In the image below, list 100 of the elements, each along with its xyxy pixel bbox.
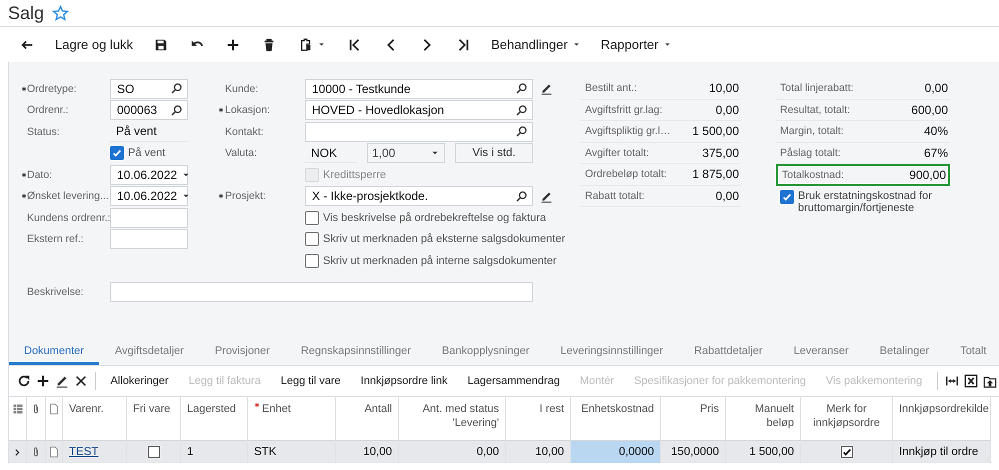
fit-columns-icon xyxy=(945,374,960,388)
tab[interactable]: Provisjoner xyxy=(200,337,285,365)
checkmark-icon xyxy=(112,148,122,158)
column-header[interactable]: Varenr. xyxy=(69,402,104,416)
description-field[interactable] xyxy=(110,282,533,302)
save-close-button[interactable]: Lagre og lukk xyxy=(45,30,144,58)
tab[interactable]: Rabattdetaljer xyxy=(679,337,778,365)
lookup-field[interactable]: HOVED - Hovedlokasjon xyxy=(305,100,533,120)
summary-label: Ordrebeløp totalt: xyxy=(585,168,667,180)
edit-icon xyxy=(540,190,553,203)
field-label: Ekstern ref.: xyxy=(27,233,85,246)
menu-button[interactable]: Behandlinger xyxy=(481,30,591,58)
summary-value: 67% xyxy=(924,146,948,160)
field-label: Beskrivelse: xyxy=(27,286,85,298)
column-header[interactable]: Enhet xyxy=(262,402,291,416)
date-field[interactable]: 10.06.2022 xyxy=(110,186,188,206)
checkbox-label: Bruk erstatningskostnad for bruttomargin/fortjeneste xyxy=(798,190,933,214)
field-label: Kunde: xyxy=(225,82,260,95)
search-icon xyxy=(170,104,183,117)
summary-label: Rabatt totalt: xyxy=(585,190,645,202)
table-cell: 1 500,00 xyxy=(726,441,801,463)
note-icon xyxy=(48,403,60,415)
column-header[interactable]: Ant. med status 'Levering' xyxy=(405,402,499,430)
tab[interactable]: Leveringsinnstillinger xyxy=(545,337,678,365)
item-link[interactable]: TEST xyxy=(69,446,98,458)
checkbox[interactable] xyxy=(780,190,794,204)
field-label: Ønsket levering... xyxy=(27,190,110,202)
summary-value: 0,00 xyxy=(716,102,739,117)
required-icon xyxy=(218,107,224,114)
checkbox[interactable] xyxy=(148,446,160,458)
column-header[interactable]: Fri vare xyxy=(133,402,170,416)
refresh-icon xyxy=(17,374,32,388)
date-field[interactable]: 10.06.2022 xyxy=(110,164,188,185)
tab[interactable]: Betalinger xyxy=(864,337,944,365)
column-header[interactable]: Innkjøpsordrekilde xyxy=(899,402,989,416)
column-header[interactable]: I rest xyxy=(540,402,564,416)
checkbox[interactable] xyxy=(840,446,852,458)
rate-dropdown[interactable]: 1,00 xyxy=(367,143,445,164)
summary-label: Total linjerabatt: xyxy=(780,82,854,94)
lookup-field[interactable] xyxy=(305,122,533,142)
currency-value: NOK xyxy=(305,143,357,164)
lookup-field[interactable]: 000063 xyxy=(110,100,188,120)
summary-value: 1 875,00 xyxy=(692,167,739,182)
field-label: Prosjekt: xyxy=(225,190,267,202)
summary-label: Resultat, totalt: xyxy=(780,104,850,116)
last-icon xyxy=(456,38,470,52)
checkbox[interactable] xyxy=(305,254,319,268)
lookup-field[interactable]: 10000 - Testkunde xyxy=(305,78,533,99)
search-icon xyxy=(170,82,183,96)
summary-value: 40% xyxy=(924,124,948,138)
checkbox-label: Vis beskrivelse på ordrebekreftelse og faktura xyxy=(323,212,546,224)
delete-icon xyxy=(74,374,88,388)
required-icon xyxy=(218,193,224,200)
tab[interactable]: Bankopplysninger xyxy=(426,337,544,365)
status-value: På vent xyxy=(110,122,188,142)
star-icon[interactable] xyxy=(52,4,70,22)
lookup-field[interactable]: X - Ikke-prosjektkode. xyxy=(305,186,533,206)
required-icon xyxy=(21,193,27,200)
field-label: Status: xyxy=(27,126,61,138)
search-icon xyxy=(515,190,528,203)
page-title: Salg xyxy=(8,2,44,24)
tab[interactable]: Totalt xyxy=(945,337,999,365)
toolbar-button[interactable]: Lagersammendrag xyxy=(457,369,570,393)
tab[interactable]: Avgiftsdetaljer xyxy=(100,337,199,365)
lookup-field[interactable]: SO xyxy=(110,78,188,99)
search-icon xyxy=(515,125,528,138)
column-header[interactable]: Pris xyxy=(700,402,719,416)
summary-value: 900,00 xyxy=(909,168,946,182)
edit-icon xyxy=(54,374,69,388)
checkbox[interactable] xyxy=(110,146,124,160)
tab[interactable]: Regnskapsinnstillinger xyxy=(286,337,426,365)
field-label: Dato: xyxy=(27,168,54,181)
column-header[interactable]: Enhetskostnad xyxy=(581,402,654,416)
checkbox-label: På vent xyxy=(128,147,166,160)
toolbar-button[interactable]: Allokeringer xyxy=(100,369,179,393)
table-cell: 150,0000 xyxy=(661,441,726,463)
menu-button[interactable]: Rapporter xyxy=(590,30,682,58)
search-icon xyxy=(515,82,528,96)
checkbox[interactable] xyxy=(305,210,319,225)
table-cell: STK xyxy=(248,441,336,463)
field-label: Kundens ordrenr.: xyxy=(27,212,110,224)
summary-value: 600,00 xyxy=(911,102,948,117)
checkbox-label: Skriv ut merknaden på interne salgsdokumenter xyxy=(323,254,557,267)
table-cell: 0,00 xyxy=(399,441,506,463)
input-field[interactable] xyxy=(110,208,188,228)
column-header[interactable]: Antall xyxy=(364,402,392,416)
base-currency-button[interactable]: Vis i std. xyxy=(455,143,533,164)
add-icon xyxy=(36,374,50,388)
delete-icon xyxy=(262,38,276,52)
tab[interactable]: Leveranser xyxy=(778,337,864,365)
checkbox[interactable] xyxy=(305,232,319,246)
toolbar-button[interactable]: Innkjøpsordre link xyxy=(350,369,458,393)
column-header[interactable]: Lagersted xyxy=(187,402,236,416)
toolbar-button[interactable]: Legg til vare xyxy=(270,369,351,393)
column-header[interactable]: Merk for innkjøpsordre xyxy=(807,402,886,430)
column-header[interactable]: Manuelt beløp xyxy=(732,402,794,430)
summary-label: Totalkostnad: xyxy=(782,168,844,181)
field-label: Kontakt: xyxy=(225,126,265,138)
input-field[interactable] xyxy=(110,229,188,250)
table-cell: 0,0000 xyxy=(571,441,661,463)
